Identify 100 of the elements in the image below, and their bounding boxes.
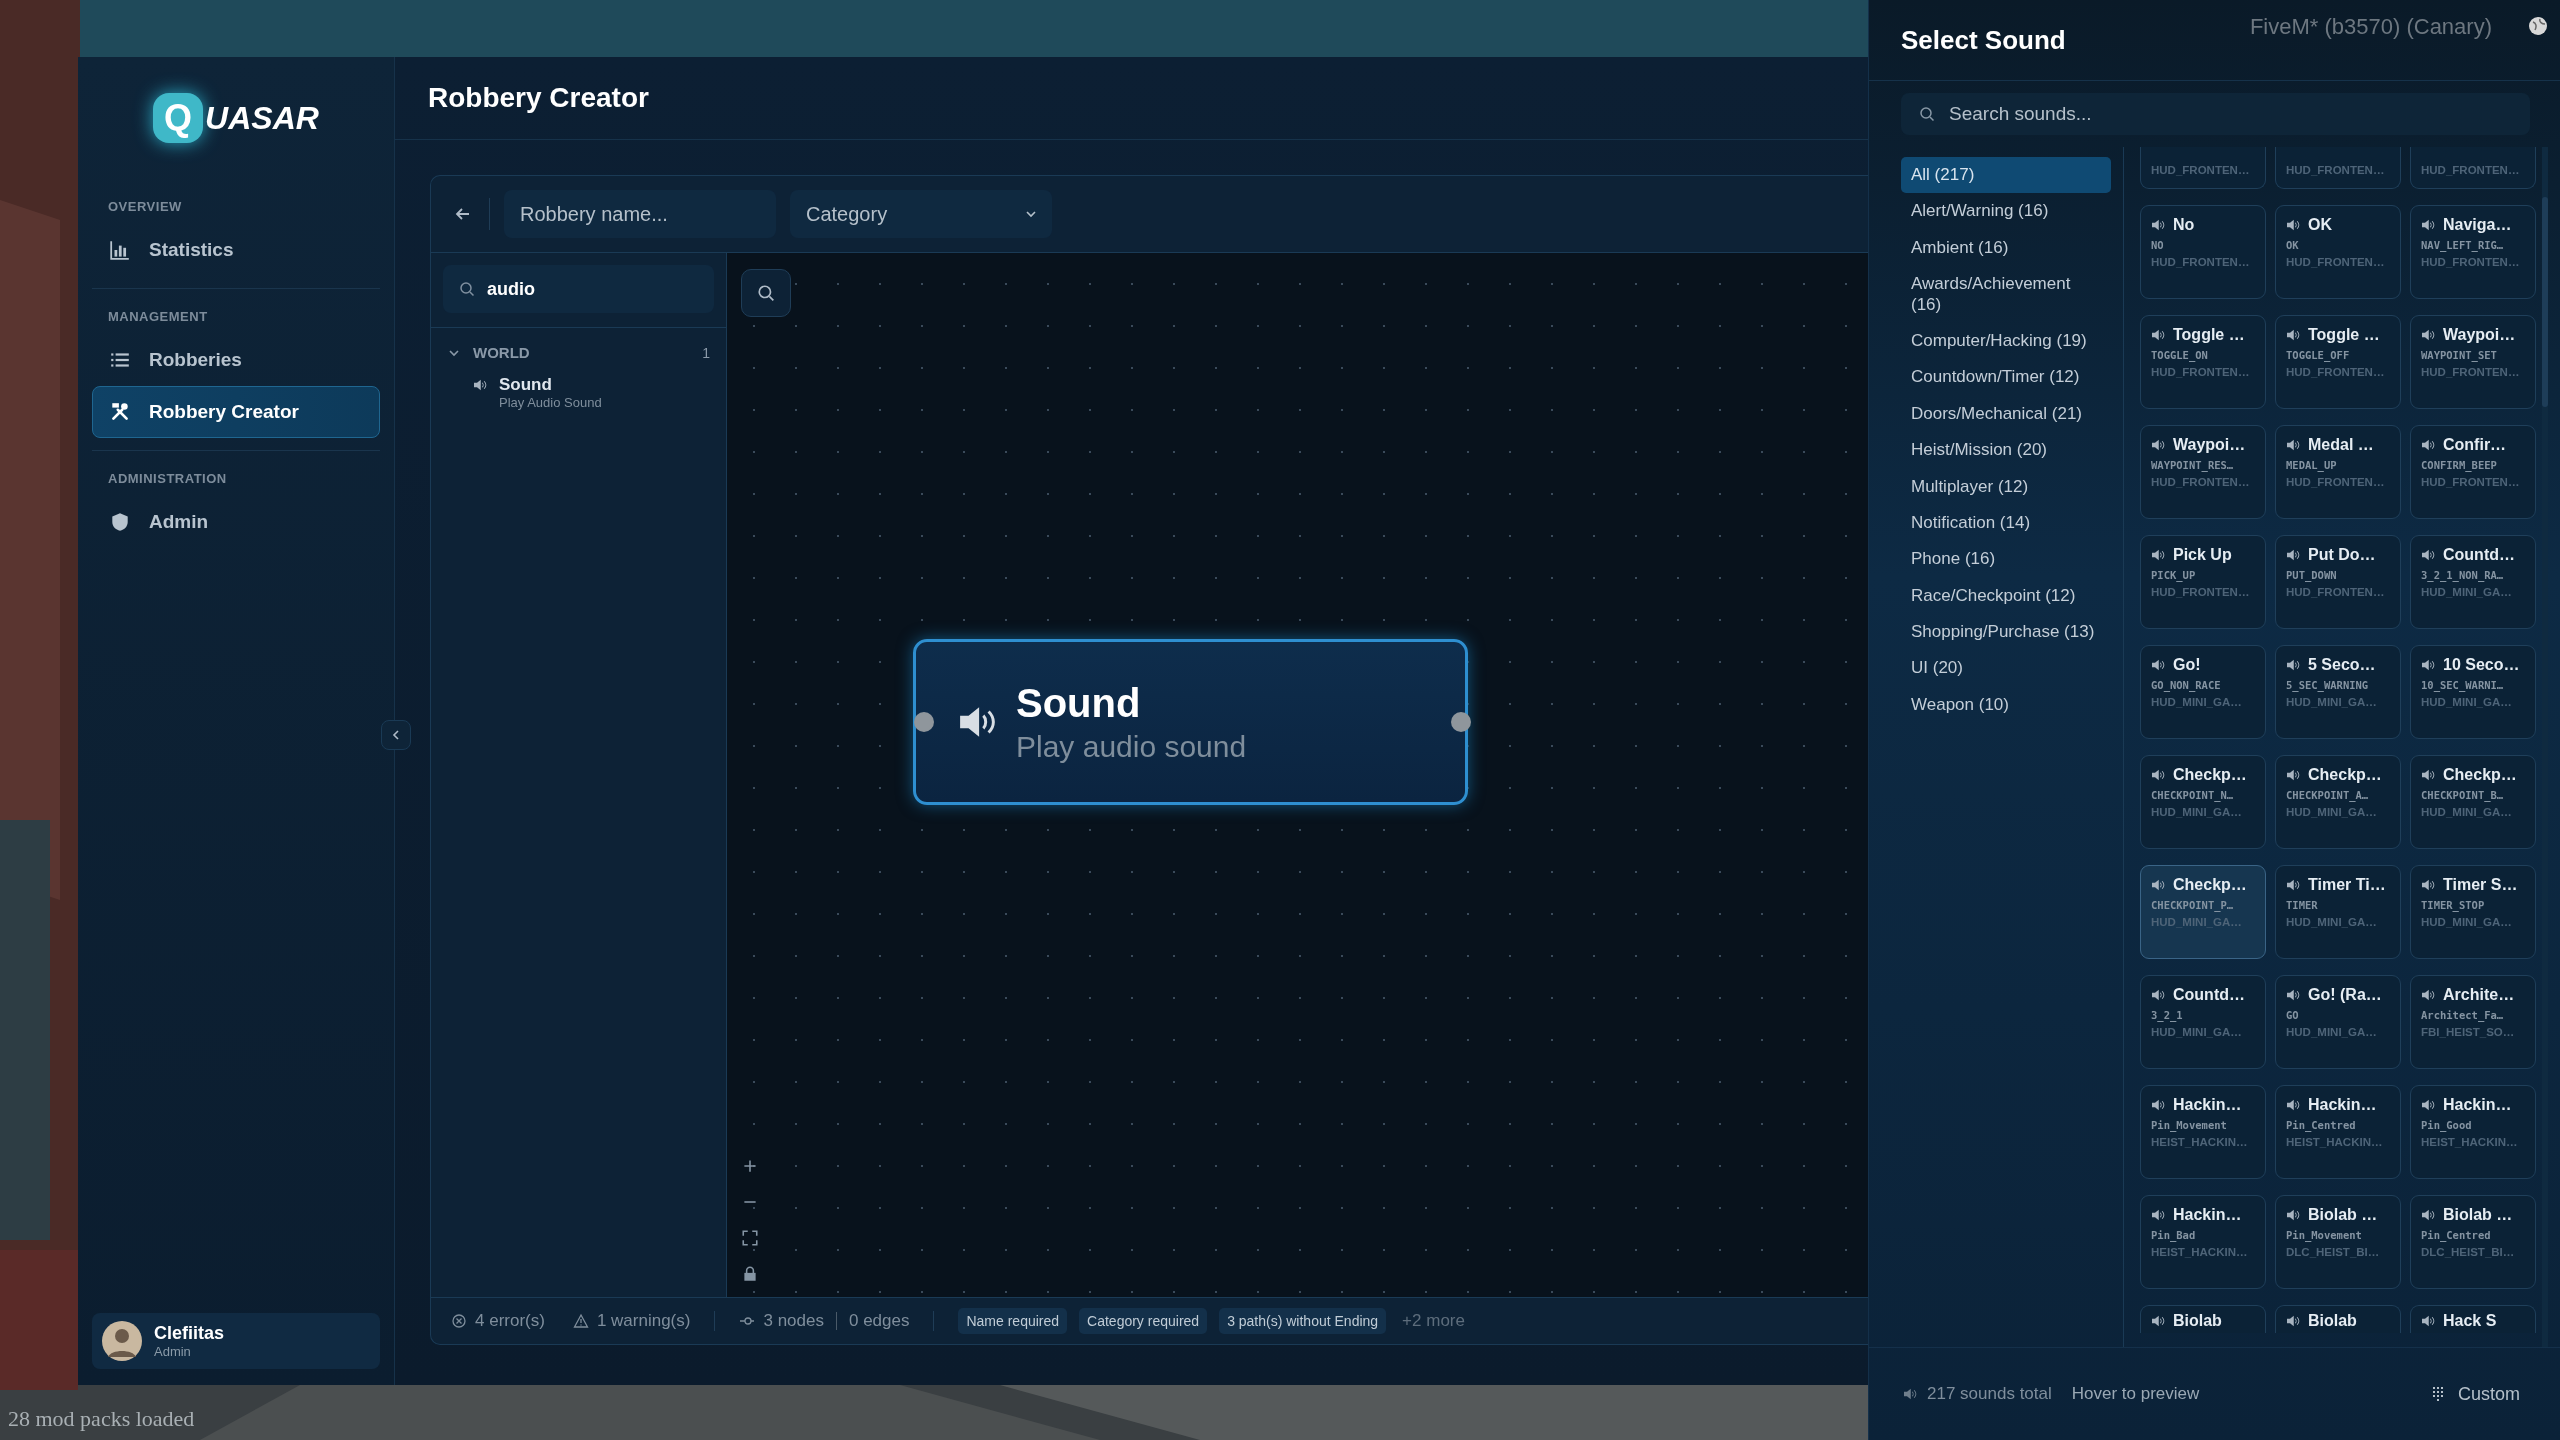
- sound-title: Biolab …: [2443, 1206, 2513, 1224]
- category-item[interactable]: Alert/Warning (16): [1901, 193, 2111, 230]
- name-field[interactable]: Robbery name...: [504, 190, 776, 238]
- sound-card[interactable]: Biolab: [2140, 1305, 2266, 1333]
- input-port[interactable]: [914, 712, 934, 732]
- category-dropdown[interactable]: Category: [790, 190, 1052, 238]
- sound-card[interactable]: Checkp… CHECKPOINT_B… HUD_MINI_GA…: [2410, 755, 2536, 849]
- sound-card[interactable]: No NO HUD_FRONTEN…: [2140, 205, 2266, 299]
- user-role: Admin: [154, 1344, 192, 1359]
- sound-card[interactable]: Checkp… CHECKPOINT_A… HUD_MINI_GA…: [2275, 755, 2401, 849]
- sound-card[interactable]: Biolab … Pin_Movement DLC_HEIST_BI…: [2275, 1195, 2401, 1289]
- sound-card[interactable]: Timer Ti… TIMER HUD_MINI_GA…: [2275, 865, 2401, 959]
- output-port[interactable]: [1451, 712, 1471, 732]
- speaker-icon: [2151, 769, 2165, 781]
- category-item[interactable]: All (217): [1901, 157, 2111, 194]
- sound-card[interactable]: Timer S… TIMER_STOP HUD_MINI_GA…: [2410, 865, 2536, 959]
- palette-search-field[interactable]: audio: [443, 265, 714, 313]
- sound-title: Confir…: [2443, 436, 2507, 454]
- category-item[interactable]: Multiplayer (12): [1901, 468, 2111, 505]
- sound-card[interactable]: 10 Seco… 10_SEC_WARNI… HUD_MINI_GA…: [2410, 645, 2536, 739]
- category-item[interactable]: Computer/Hacking (19): [1901, 322, 2111, 360]
- fit-view-icon[interactable]: [741, 1229, 759, 1247]
- speaker-icon: [2286, 1315, 2300, 1327]
- sound-node[interactable]: Sound Play audio sound: [913, 639, 1468, 805]
- sound-bank: HUD_MINI_GA…: [2286, 916, 2378, 928]
- sound-bank: HUD_MINI_GA…: [2151, 1026, 2243, 1038]
- sound-card[interactable]: Toggle … TOGGLE_OFF HUD_FRONTEN…: [2275, 315, 2401, 409]
- sound-title: Countd…: [2443, 546, 2515, 564]
- sound-card[interactable]: Checkp… CHECKPOINT_P… HUD_MINI_GA…: [2140, 865, 2266, 959]
- category-item[interactable]: Awards/Achievement (16): [1901, 266, 2111, 323]
- sound-card[interactable]: Checkp… CHECKPOINT_N… HUD_MINI_GA…: [2140, 755, 2266, 849]
- category-item[interactable]: Phone (16): [1901, 541, 2111, 578]
- category-item[interactable]: Race/Checkpoint (12): [1901, 577, 2111, 615]
- category-item[interactable]: Doors/Mechanical (21): [1901, 395, 2111, 433]
- error-count: 4 error(s): [475, 1311, 545, 1331]
- preview-hint: Hover to preview: [2071, 1384, 2200, 1404]
- sound-card[interactable]: Go! GO_NON_RACE HUD_MINI_GA…: [2140, 645, 2266, 739]
- sound-card[interactable]: Medal … MEDAL_UP HUD_FRONTEN…: [2275, 425, 2401, 519]
- keypad-icon: [2430, 1386, 2446, 1402]
- sound-card[interactable]: Biolab … Pin_Centred DLC_HEIST_BI…: [2410, 1195, 2536, 1289]
- speaker-icon: [2286, 769, 2300, 781]
- sound-name: 3_2_1_NON_RA…: [2421, 569, 2505, 581]
- sound-card[interactable]: Hack S: [2410, 1305, 2536, 1333]
- sound-card[interactable]: Naviga… NAV_LEFT_RIG… HUD_FRONTEN…: [2410, 205, 2536, 299]
- sound-title: Toggle …: [2173, 326, 2245, 344]
- zoom-in-icon[interactable]: [741, 1157, 759, 1175]
- sound-search-field[interactable]: Search sounds...: [1901, 93, 2530, 135]
- custom-button[interactable]: Custom: [2424, 1382, 2526, 1406]
- sound-card[interactable]: Waypoi… WAYPOINT_RES… HUD_FRONTEN…: [2140, 425, 2266, 519]
- category-item[interactable]: Notification (14): [1901, 504, 2111, 542]
- sound-name: 5_SEC_WARNING: [2286, 679, 2370, 691]
- nav-item[interactable]: Admin: [92, 496, 380, 548]
- sound-card[interactable]: Hackin… Pin_Good HEIST_HACKIN…: [2410, 1085, 2536, 1179]
- sound-card[interactable]: Waypoi… WAYPOINT_SET HUD_FRONTEN…: [2410, 315, 2536, 409]
- sound-card[interactable]: Confir… CONFIRM_BEEP HUD_FRONTEN…: [2410, 425, 2536, 519]
- sound-card[interactable]: Put Do… PUT_DOWN HUD_FRONTEN…: [2275, 535, 2401, 629]
- sound-name: CONFIRM_BEEP: [2421, 459, 2498, 471]
- category-item[interactable]: Ambient (16): [1901, 229, 2111, 267]
- group-header[interactable]: WORLD 1: [431, 338, 726, 367]
- category-item[interactable]: Heist/Mission (20): [1901, 432, 2111, 469]
- sound-card[interactable]: Countd… 3_2_1_NON_RA… HUD_MINI_GA…: [2410, 535, 2536, 629]
- nav-item[interactable]: Robbery Creator: [92, 386, 380, 438]
- sound-card[interactable]: Hackin… Pin_Centred HEIST_HACKIN…: [2275, 1085, 2401, 1179]
- sound-name: OK: [2286, 239, 2300, 251]
- sound-card[interactable]: 5 Seco… 5_SEC_WARNING HUD_MINI_GA…: [2275, 645, 2401, 739]
- logo-mark: Q: [153, 93, 204, 143]
- sound-card[interactable]: Hackin… Pin_Movement HEIST_HACKIN…: [2140, 1085, 2266, 1179]
- category-item[interactable]: Shopping/Purchase (13): [1901, 614, 2111, 651]
- sound-card[interactable]: Hackin… Pin_Bad HEIST_HACKIN…: [2140, 1195, 2266, 1289]
- user-card[interactable]: Clefiitas Admin: [92, 1313, 380, 1369]
- search-button[interactable]: [741, 269, 791, 317]
- sound-card[interactable]: Archite… Architect_Fa… FBI_HEIST_SO…: [2410, 975, 2536, 1069]
- sound-card[interactable]: Go! (Ra… GO HUD_MINI_GA…: [2275, 975, 2401, 1069]
- sound-bank: HEIST_HACKIN…: [2421, 1136, 2519, 1148]
- category-item[interactable]: UI (20): [1901, 650, 2111, 687]
- category-item[interactable]: Weapon (10): [1901, 686, 2111, 724]
- collapse-button[interactable]: [381, 720, 411, 750]
- sound-name: MEDAL_UP: [2286, 459, 2338, 471]
- sound-title: Naviga…: [2443, 216, 2512, 234]
- sound-title: Timer Ti…: [2308, 876, 2386, 894]
- sound-card[interactable]: Toggle … TOGGLE_ON HUD_FRONTEN…: [2140, 315, 2266, 409]
- nav-item[interactable]: Statistics: [92, 224, 380, 276]
- sound-card[interactable]: Pick Up PICK_UP HUD_FRONTEN…: [2140, 535, 2266, 629]
- palette-item[interactable]: Sound Play Audio Sound: [431, 367, 726, 418]
- scrollbar-thumb[interactable]: [2542, 197, 2548, 407]
- node-canvas[interactable]: Sound Play audio sound: [727, 253, 1868, 1297]
- sound-bank: HUD_MINI_GA…: [2421, 696, 2513, 708]
- sound-card[interactable]: Countd… 3_2_1 HUD_MINI_GA…: [2140, 975, 2266, 1069]
- speaker-icon: [2421, 219, 2435, 231]
- node-title: Sound: [1016, 680, 1142, 726]
- category-item[interactable]: Countdown/Timer (12): [1901, 359, 2111, 396]
- sound-card[interactable]: OK OK HUD_FRONTEN…: [2275, 205, 2401, 299]
- sound-card[interactable]: Biolab: [2275, 1305, 2401, 1333]
- sound-title: Biolab …: [2308, 1206, 2378, 1224]
- speaker-icon: [2286, 329, 2300, 341]
- speaker-icon: [2286, 1209, 2300, 1221]
- speaker-icon: [1903, 1388, 1917, 1400]
- nav-item[interactable]: Robberies: [92, 334, 380, 386]
- lock-icon[interactable]: [741, 1265, 759, 1283]
- page-title: Robbery Creator: [428, 82, 649, 114]
